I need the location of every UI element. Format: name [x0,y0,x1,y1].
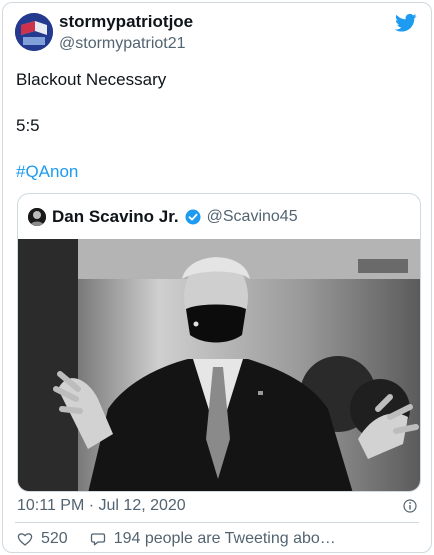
tweet-line-2: 5:5 [16,116,40,135]
footer-divider [15,522,419,523]
quoted-handle[interactable]: @Scavino45 [207,208,298,226]
like-count[interactable]: 520 [41,530,68,548]
quoted-display-name[interactable]: Dan Scavino Jr. [52,207,179,227]
tweeting-about-link[interactable]: 194 people are Tweeting abo… [114,530,336,548]
heart-icon[interactable] [17,531,33,547]
author-avatar[interactable] [15,13,53,51]
reply-bubble-icon[interactable] [90,531,106,547]
tweet-line-1: Blackout Necessary [16,70,167,89]
hashtag-link[interactable]: #QAnon [16,161,417,183]
quoted-tweet[interactable]: Dan Scavino Jr. @Scavino45 [17,193,421,492]
info-icon[interactable] [403,499,417,513]
tweet-header: stormypatriotjoe @stormypatriot21 [15,11,419,53]
tweet-actions: 520 194 people are Tweeting abo… [17,528,421,550]
author-handle[interactable]: @stormypatriot21 [59,33,193,55]
verified-badge-icon [185,209,201,225]
tweet-card[interactable]: stormypatriotjoe @stormypatriot21 Blacko… [2,2,432,553]
twitter-bird-icon[interactable] [395,13,417,33]
tweet-timestamp[interactable]: 10:11 PM · Jul 12, 2020 [17,495,186,517]
author-display-name[interactable]: stormypatriotjoe [59,11,193,33]
quoted-photo[interactable] [18,239,421,492]
quoted-avatar[interactable] [28,208,46,226]
tweet-body: Blackout Necessary 5:5 #QAnon [16,69,417,183]
